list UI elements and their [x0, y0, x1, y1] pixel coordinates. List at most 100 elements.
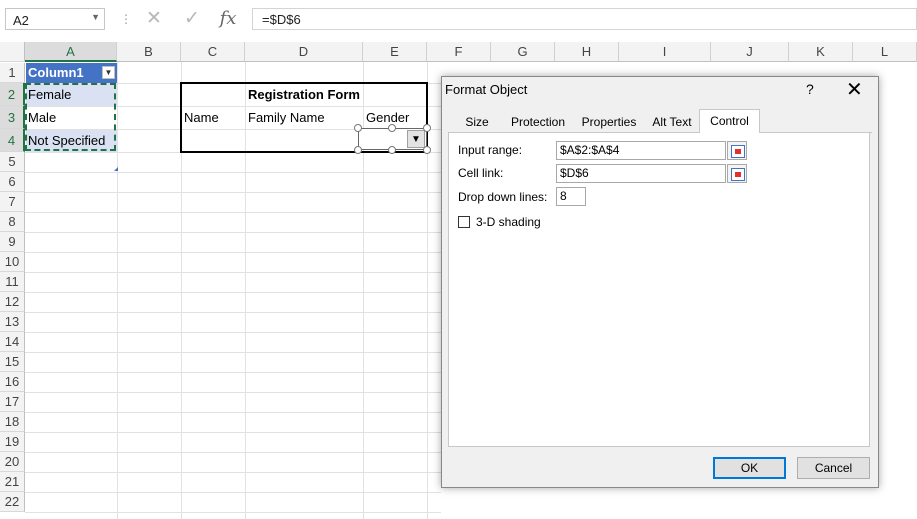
insert-function-icon[interactable]: fx	[215, 8, 241, 30]
column-header-a[interactable]: A	[25, 42, 117, 62]
row-header-2[interactable]: 2	[0, 83, 25, 106]
column-header-l[interactable]: L	[853, 42, 917, 62]
column-header-g[interactable]: G	[491, 42, 555, 62]
column-header-b[interactable]: B	[117, 42, 181, 62]
gridline	[25, 472, 441, 473]
form-title[interactable]: Registration Form	[246, 84, 364, 106]
3d-shading-label: 3-D shading	[476, 215, 541, 229]
row-header-6[interactable]: 6	[0, 172, 25, 192]
ok-button[interactable]: OK	[713, 457, 786, 479]
dialog-title: Format Object	[445, 82, 528, 97]
gridline	[25, 352, 441, 353]
gridline	[25, 452, 441, 453]
cell-c3[interactable]: Name	[182, 107, 219, 129]
cell-link-collapse-button[interactable]	[727, 164, 747, 183]
gridline	[25, 432, 441, 433]
resize-handle[interactable]	[354, 124, 362, 132]
row-header-10[interactable]: 10	[0, 252, 25, 272]
column-header-h[interactable]: H	[555, 42, 619, 62]
format-object-dialog: Format Object ? ✕ Size Protection Proper…	[441, 76, 879, 488]
gridline	[25, 412, 441, 413]
row-header-17[interactable]: 17	[0, 392, 25, 412]
close-icon[interactable]: ✕	[846, 77, 863, 102]
row-header-3[interactable]: 3	[0, 106, 25, 129]
row-header-1[interactable]: 1	[0, 63, 25, 83]
tab-size[interactable]: Size	[456, 112, 498, 132]
tab-protection[interactable]: Protection	[504, 112, 572, 132]
column-header-i[interactable]: I	[619, 42, 711, 62]
table-header-label: Column1	[28, 65, 84, 80]
row-header-15[interactable]: 15	[0, 352, 25, 372]
resize-handle[interactable]	[423, 124, 431, 132]
row-header-21[interactable]: 21	[0, 472, 25, 492]
gridline	[117, 62, 118, 519]
input-range-label: Input range:	[458, 143, 523, 157]
name-box[interactable]: A2 ▼	[5, 8, 105, 30]
cell-e3[interactable]: Gender	[364, 107, 409, 129]
resize-handle[interactable]	[423, 146, 431, 154]
select-all-corner[interactable]	[0, 42, 25, 62]
cell-link-label: Cell link:	[458, 166, 504, 180]
3d-shading-checkbox[interactable]	[458, 216, 470, 228]
row-header-18[interactable]: 18	[0, 412, 25, 432]
row-header-11[interactable]: 11	[0, 272, 25, 292]
gridline	[25, 372, 441, 373]
formula-input[interactable]: =$D$6	[252, 8, 917, 30]
row-header-8[interactable]: 8	[0, 212, 25, 232]
cell-link-field[interactable]: $D$6	[556, 164, 726, 183]
column-header-j[interactable]: J	[711, 42, 789, 62]
range-select-marker	[735, 172, 741, 177]
input-range-collapse-button[interactable]	[727, 141, 747, 160]
row-header-19[interactable]: 19	[0, 432, 25, 452]
row-header-9[interactable]: 9	[0, 232, 25, 252]
combo-dropdown-icon[interactable]: ▼	[407, 130, 425, 148]
row-header-5[interactable]: 5	[0, 152, 25, 172]
drop-down-lines-label: Drop down lines:	[458, 190, 548, 204]
gridline	[25, 212, 441, 213]
row-header-13[interactable]: 13	[0, 312, 25, 332]
enter-icon[interactable]: ✓	[179, 8, 205, 30]
row-header-4[interactable]: 4	[0, 129, 25, 152]
row-header-20[interactable]: 20	[0, 452, 25, 472]
gridline	[25, 292, 441, 293]
tab-alt-text[interactable]: Alt Text	[646, 112, 698, 132]
column-header-c[interactable]: C	[181, 42, 245, 62]
drop-down-lines-field[interactable]: 8	[556, 187, 586, 206]
filter-dropdown-icon[interactable]: ▼	[102, 66, 115, 79]
column-header-d[interactable]: D	[245, 42, 363, 62]
input-range-field[interactable]: $A$2:$A$4	[556, 141, 726, 160]
row-header-16[interactable]: 16	[0, 372, 25, 392]
copy-selection-outline	[25, 83, 116, 151]
column-header-k[interactable]: K	[789, 42, 853, 62]
gridline	[25, 192, 441, 193]
gridline	[25, 272, 441, 273]
resize-handle[interactable]	[388, 146, 396, 154]
resize-handle[interactable]	[354, 146, 362, 154]
column-header-e[interactable]: E	[363, 42, 427, 62]
chevron-down-icon[interactable]: ▼	[91, 12, 100, 22]
table-header-cell[interactable]: Column1 ▼	[26, 63, 117, 83]
gridline	[25, 252, 441, 253]
range-select-marker	[735, 149, 741, 154]
tab-properties[interactable]: Properties	[578, 112, 640, 132]
table-resize-handle[interactable]	[114, 167, 118, 171]
row-header-7[interactable]: 7	[0, 192, 25, 212]
cancel-button[interactable]: Cancel	[797, 457, 870, 479]
tab-control[interactable]: Control	[699, 109, 760, 134]
name-box-value: A2	[13, 13, 29, 28]
cell-d3[interactable]: Family Name	[246, 107, 325, 129]
control-tab-panel: Input range: $A$2:$A$4 Cell link: $D$6 D…	[448, 133, 870, 447]
column-header-f[interactable]: F	[427, 42, 491, 62]
help-icon[interactable]: ?	[806, 81, 814, 97]
formula-text: =$D$6	[262, 12, 301, 27]
resize-handle[interactable]	[388, 124, 396, 132]
formula-bar: A2 ▼ ⋮ ✕ ✓ fx =$D$6	[0, 0, 917, 42]
gridline	[25, 172, 441, 173]
row-header-12[interactable]: 12	[0, 292, 25, 312]
gridline	[25, 332, 441, 333]
row-header-14[interactable]: 14	[0, 332, 25, 352]
cancel-icon[interactable]: ✕	[141, 8, 167, 30]
row-header-22[interactable]: 22	[0, 492, 25, 512]
gridline	[25, 392, 441, 393]
gridline	[25, 232, 441, 233]
